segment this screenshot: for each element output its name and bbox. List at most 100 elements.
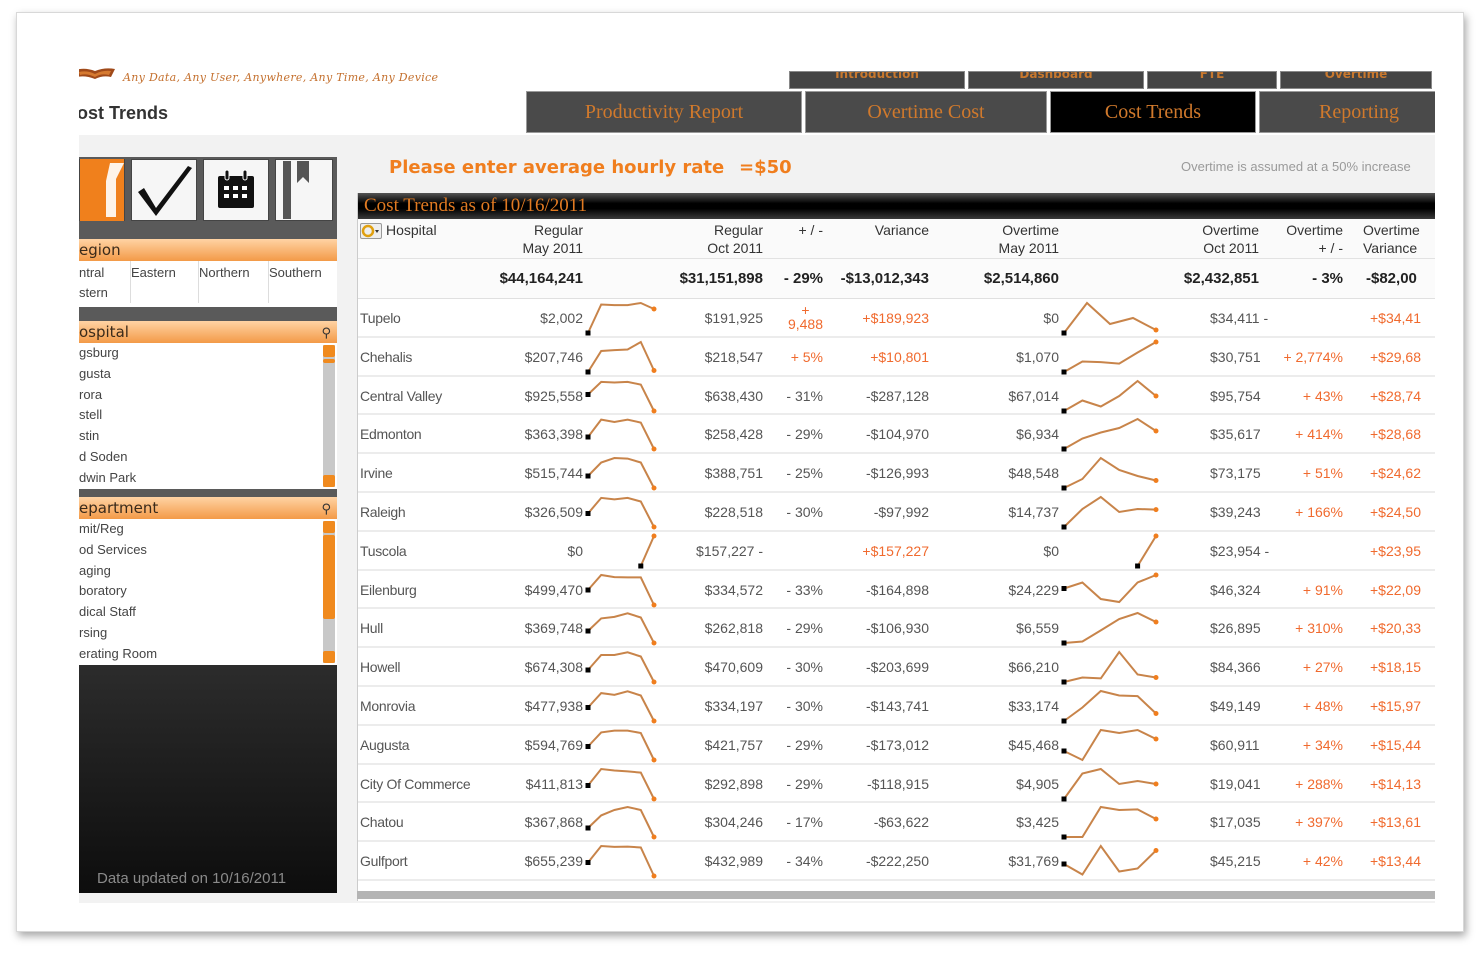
overtime-oct-cell: $46,324	[1210, 581, 1261, 598]
column-variance[interactable]: Variance	[875, 221, 929, 239]
regular-sparkline-end-marker	[651, 757, 657, 763]
search-icon[interactable]: ⚲	[321, 323, 331, 345]
hospital-list-item[interactable]: stin	[79, 426, 337, 447]
hospital-cell: Edmonton	[360, 426, 422, 443]
calendar-icon	[218, 169, 254, 208]
overtime-oct-cell: $39,243	[1210, 503, 1261, 520]
top-tab-introduction[interactable]: Introduction	[789, 71, 965, 89]
region-item-eastern[interactable]: Eastern	[131, 261, 199, 303]
overtime-may-cell: $6,934	[1016, 426, 1059, 443]
overtime-sparkline-line	[1064, 806, 1157, 839]
overtime-sparkline	[1061, 572, 1159, 603]
hospital-scrollbar[interactable]	[323, 345, 335, 487]
regular-change-cell: - 29%	[786, 736, 823, 753]
tab-reporting[interactable]: Reporting	[1259, 91, 1435, 133]
column-overtime-change[interactable]: Overtime + / -	[1286, 221, 1343, 257]
regular-change-cell: - 30%	[786, 503, 823, 520]
hospital-cell: Tupelo	[360, 310, 401, 326]
department-list-item[interactable]: rsing	[79, 623, 337, 644]
scroll-up-icon[interactable]	[323, 521, 335, 533]
table-row[interactable]: Edmonton $363,398 $258,428 - 29% -$104,970 $6…	[358, 415, 1435, 455]
table-row[interactable]: Howell $674,308 $470,609 - 30% -$203,699 $66,…	[358, 648, 1435, 687]
table-row[interactable]: City Of Commerce $411,813 $292,898 - 29% -$1…	[358, 765, 1435, 804]
department-list-item[interactable]: dical Staff	[79, 602, 337, 623]
table-row[interactable]: Central Valley $925,558 $638,430 - 31% -$287…	[358, 377, 1435, 416]
hospital-list-item[interactable]: stell	[79, 405, 337, 426]
table-row[interactable]: Tuscola $0 $157,227 - +$157,227 $0 $23,954 - +…	[358, 532, 1435, 571]
scroll-down-icon[interactable]	[323, 651, 335, 663]
clear-selections-button[interactable]	[131, 159, 197, 221]
department-list-item[interactable]: mit/Reg	[79, 519, 337, 540]
hospital-cell: Augusta	[360, 736, 410, 753]
department-list-item[interactable]: erating Room	[79, 644, 337, 665]
hospital-list-item[interactable]: dwin Park	[79, 468, 337, 489]
tab-productivity-report[interactable]: Productivity Report	[526, 91, 802, 133]
table-row[interactable]: Eilenburg $499,470 $334,572 - 33% -$164,898 $…	[358, 571, 1435, 610]
tab-overtime-cost[interactable]: Overtime Cost	[805, 91, 1047, 133]
regular-sparkline-end-marker	[651, 873, 657, 879]
hospital-list-item[interactable]: gusta	[79, 364, 337, 385]
horizontal-scrollbar[interactable]	[357, 891, 1435, 899]
top-tab-overtime[interactable]: Overtime	[1280, 71, 1432, 89]
table-row[interactable]: Augusta $594,769 $421,757 - 29% -$173,012 $45…	[358, 726, 1435, 765]
variance-cell: -$287,128	[865, 387, 929, 404]
column-overtime-variance[interactable]: Overtime Variance	[1355, 221, 1435, 257]
hospital-list-item[interactable]: gsburg	[79, 343, 337, 364]
sort-icon[interactable]	[360, 223, 382, 239]
department-list-item[interactable]: aging	[79, 561, 337, 582]
overtime-may-cell: $0	[1043, 542, 1059, 559]
table-row[interactable]: Chehalis $207,746 $218,547 + 5% +$10,801 $1,0…	[358, 338, 1435, 377]
regular-sparkline-start-marker	[585, 330, 591, 336]
table-title: Cost Trends as of 10/16/2011	[358, 193, 1435, 219]
region-item-northern[interactable]: Northern	[199, 261, 269, 303]
hospital-cell: Chatou	[360, 814, 404, 831]
overtime-variance-cell: +$28,68	[1370, 426, 1421, 443]
table-row[interactable]: Tupelo $2,002 $191,925 + 9,488 +$189,923 $0 $3…	[358, 299, 1435, 338]
department-list-item[interactable]: boratory	[79, 581, 337, 602]
column-overtime-oct[interactable]: Overtime Oct 2011	[1202, 221, 1259, 257]
top-tab-fte[interactable]: FTE	[1147, 71, 1277, 89]
department-list-item[interactable]: od Services	[79, 540, 337, 561]
table-row[interactable]: Monrovia $477,938 $334,197 - 30% -$143,741 $3…	[358, 687, 1435, 726]
hospital-list-item[interactable]: rora	[79, 385, 337, 406]
search-icon[interactable]: ⚲	[321, 499, 331, 521]
hourly-rate-input[interactable]: =$50	[739, 157, 792, 178]
toolbar	[79, 159, 337, 223]
regular-sparkline-start-marker	[585, 743, 591, 749]
column-hospital[interactable]: Hospital	[386, 221, 437, 239]
overtime-change-cell: + 2,774%	[1283, 348, 1343, 365]
region-item-central-western[interactable]: ntral stern	[79, 261, 131, 303]
table-row[interactable]: Raleigh $326,509 $228,518 - 30% -$97,992 $14,…	[358, 493, 1435, 532]
regular-sparkline	[585, 806, 657, 840]
regular-sparkline-start-marker	[585, 860, 591, 866]
bookmark-button[interactable]	[275, 159, 333, 221]
overtime-change-cell: + 34%	[1302, 736, 1343, 753]
column-regular-may[interactable]: Regular May 2011	[523, 221, 583, 257]
logo-icon	[79, 68, 115, 79]
region-item-southern[interactable]: Southern	[269, 261, 337, 303]
variance-cell: -$222,250	[865, 853, 929, 870]
overtime-variance-cell: +$34,41	[1370, 310, 1421, 326]
tab-cost-trends[interactable]: Cost Trends	[1050, 91, 1256, 133]
table-row[interactable]: Irvine $515,744 $388,751 - 25% -$126,993 $48,…	[358, 454, 1435, 493]
scroll-up-icon[interactable]	[323, 345, 335, 357]
scroll-down-icon[interactable]	[323, 475, 335, 487]
logo-tile-button[interactable]	[79, 159, 125, 221]
overtime-sparkline-line	[1063, 844, 1157, 876]
table-row[interactable]: Chatou $367,868 $304,246 - 17% -$63,622 $3,42…	[358, 803, 1435, 843]
scroll-thumb[interactable]	[323, 359, 335, 363]
calendar-button[interactable]	[203, 159, 269, 221]
table-row[interactable]: Hull $369,748 $262,818 - 29% -$106,930 $6,559…	[358, 609, 1435, 649]
column-overtime-may[interactable]: Overtime May 2011	[999, 221, 1059, 257]
overtime-sparkline-end-marker	[1153, 533, 1159, 539]
column-regular-oct[interactable]: Regular Oct 2011	[707, 221, 763, 257]
top-tab-dashboard[interactable]: Dashboard	[968, 71, 1144, 89]
table-row[interactable]: Gulfport $655,239 $432,989 - 34% -$222,250 $3…	[358, 842, 1435, 881]
scroll-thumb[interactable]	[323, 535, 335, 619]
hospital-list-item[interactable]: d Soden	[79, 447, 337, 468]
column-regular-change[interactable]: + / -	[798, 221, 823, 239]
overtime-oct-cell: $26,895	[1210, 620, 1261, 637]
overtime-oct-cell: $84,366	[1210, 659, 1261, 676]
overtime-sparkline	[1061, 767, 1159, 802]
department-scrollbar[interactable]	[323, 521, 335, 663]
